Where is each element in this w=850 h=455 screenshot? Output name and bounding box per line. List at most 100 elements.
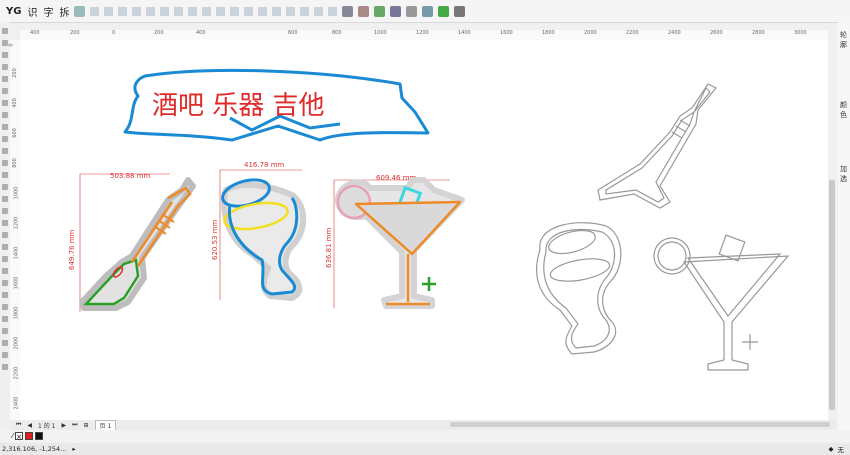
image-icon[interactable]	[374, 5, 386, 17]
page-tab[interactable]: 页 1	[94, 419, 117, 431]
blurred-icon	[328, 6, 338, 16]
guitar-outline[interactable]	[597, 83, 717, 209]
envelope-tool-icon[interactable]	[2, 316, 8, 322]
yg-button[interactable]: YG	[6, 6, 21, 17]
shape-tool-icon[interactable]	[2, 40, 8, 46]
outline-tool-icon[interactable]	[2, 352, 8, 358]
artwork-svg: 酒吧 乐器 吉他 503.88 mm 649.76 mm 416.78 mm 6…	[68, 68, 790, 371]
title-banner[interactable]: 酒吧 乐器 吉他	[123, 68, 430, 142]
banner-title: 酒吧 乐器 吉他	[152, 91, 325, 121]
ruler-tick: 1600	[13, 276, 20, 290]
eyedropper-icon[interactable]: ⁄	[12, 432, 13, 440]
cocktail-outline[interactable]	[653, 234, 790, 371]
cocktail-height-label: 636.81 mm	[325, 227, 333, 268]
ruler-tick: 200	[154, 30, 164, 36]
rectangle-tool-icon[interactable]	[2, 100, 8, 106]
blend-tool-icon[interactable]	[2, 280, 8, 286]
layers-icon[interactable]	[422, 5, 434, 17]
align-icon[interactable]	[342, 5, 354, 17]
smart-fill-tool-icon[interactable]	[2, 220, 8, 226]
blurred-icon	[174, 6, 184, 16]
ellipse-tool-icon[interactable]	[2, 112, 8, 118]
glass-outline[interactable]	[536, 222, 622, 355]
ruler-tick: 0	[112, 30, 116, 36]
transparency-tool-icon[interactable]	[2, 184, 8, 190]
fill-tool-icon[interactable]	[2, 208, 8, 214]
play-icon[interactable]: ▸	[72, 445, 75, 453]
blurred-icon	[104, 6, 114, 16]
ruler-tick: 1400	[13, 246, 20, 260]
none-label: 无	[837, 446, 845, 454]
zoom-tool-icon[interactable]	[2, 64, 8, 70]
glass-height-label: 620.53 mm	[211, 219, 219, 260]
page-navigator: ⏮ ◀ 1 的 1 ▶ ⏭ ⊞ 页 1	[10, 419, 836, 431]
cut-icon[interactable]	[358, 5, 370, 17]
ruler-tick: 2600	[710, 30, 723, 36]
glass-design[interactable]: 416.78 mm 620.53 mm	[211, 161, 307, 302]
drawing-canvas[interactable]: 酒吧 乐器 吉他 503.88 mm 649.76 mm 416.78 mm 6…	[20, 40, 828, 420]
swatch-red[interactable]	[25, 432, 34, 440]
polygon-tool-icon[interactable]	[2, 124, 8, 130]
ruler-tick: 1200	[416, 30, 429, 36]
eyedropper-tool-icon[interactable]	[2, 196, 8, 202]
add-page-icon[interactable]: ⊞	[84, 422, 89, 429]
paint-icon[interactable]	[438, 5, 450, 17]
ruler-tick: 2200	[13, 366, 20, 380]
horizontal-scroll-thumb[interactable]	[450, 422, 830, 427]
pen-tool-icon[interactable]	[2, 232, 8, 238]
split-button[interactable]: 拆	[59, 4, 69, 19]
eraser-tool-icon[interactable]	[2, 256, 8, 262]
color-label[interactable]: 颜色	[840, 100, 850, 120]
extrude-tool-icon[interactable]	[2, 292, 8, 298]
add-select-label[interactable]: 加选	[840, 164, 850, 184]
ruler-tick: 800	[11, 158, 18, 168]
font-button[interactable]: 字	[43, 4, 53, 19]
blurred-icon	[300, 6, 310, 16]
cocktail-design[interactable]: 609.46 mm 636.81 mm	[325, 174, 465, 309]
distort-tool-icon[interactable]	[2, 328, 8, 334]
freehand-tool-icon[interactable]	[2, 76, 8, 82]
vertical-scrollbar[interactable]	[828, 40, 836, 420]
outline-label[interactable]: 轮廓	[840, 30, 850, 50]
prev-page-icon[interactable]: ◀	[27, 422, 32, 429]
ruler-tick: 400	[196, 30, 206, 36]
ruler-tick: 800	[332, 30, 342, 36]
tool-icon[interactable]	[454, 5, 466, 17]
color-tool-icon[interactable]	[2, 364, 8, 370]
first-page-icon[interactable]: ⏮	[16, 421, 21, 429]
ruler-tick: 2000	[584, 30, 597, 36]
barcode-icon[interactable]	[406, 5, 418, 17]
mesh-tool-icon[interactable]	[2, 340, 8, 346]
ruler-tick: 2400	[13, 396, 20, 410]
blurred-icon	[286, 6, 296, 16]
ruler-tick: 2200	[626, 30, 639, 36]
blurred-icon	[202, 6, 212, 16]
curve-tool-icon[interactable]	[2, 88, 8, 94]
blurred-icon	[90, 6, 100, 16]
vertical-scroll-thumb[interactable]	[829, 180, 835, 410]
shadow-tool-icon[interactable]	[2, 172, 8, 178]
contour-tool-icon[interactable]	[2, 304, 8, 310]
ruler-tick: 1400	[458, 30, 471, 36]
pick-tool-icon[interactable]	[2, 28, 8, 34]
dimension-tool-icon[interactable]	[2, 148, 8, 154]
crop-icon[interactable]	[390, 5, 402, 17]
text-tool-icon[interactable]	[2, 136, 8, 142]
grid-icon[interactable]	[74, 5, 86, 17]
connector-tool-icon[interactable]	[2, 160, 8, 166]
ruler-tick: 1000	[374, 30, 387, 36]
crop-tool-icon[interactable]	[2, 52, 8, 58]
table-tool-icon[interactable]	[2, 268, 8, 274]
blurred-icon	[258, 6, 268, 16]
last-page-icon[interactable]: ⏭	[72, 421, 77, 429]
knife-tool-icon[interactable]	[2, 244, 8, 250]
identify-button[interactable]: 识	[27, 4, 37, 19]
toolbar: YG 识 字 拆	[0, 0, 850, 23]
blurred-icon	[244, 6, 254, 16]
guitar-design[interactable]: 503.88 mm 649.76 mm	[68, 172, 196, 312]
swatch-black[interactable]	[35, 432, 44, 440]
next-page-icon[interactable]: ▶	[61, 422, 66, 429]
ruler-tick: 1000	[13, 186, 20, 200]
swatch-none[interactable]: ×	[15, 432, 24, 441]
blurred-icon	[118, 6, 128, 16]
